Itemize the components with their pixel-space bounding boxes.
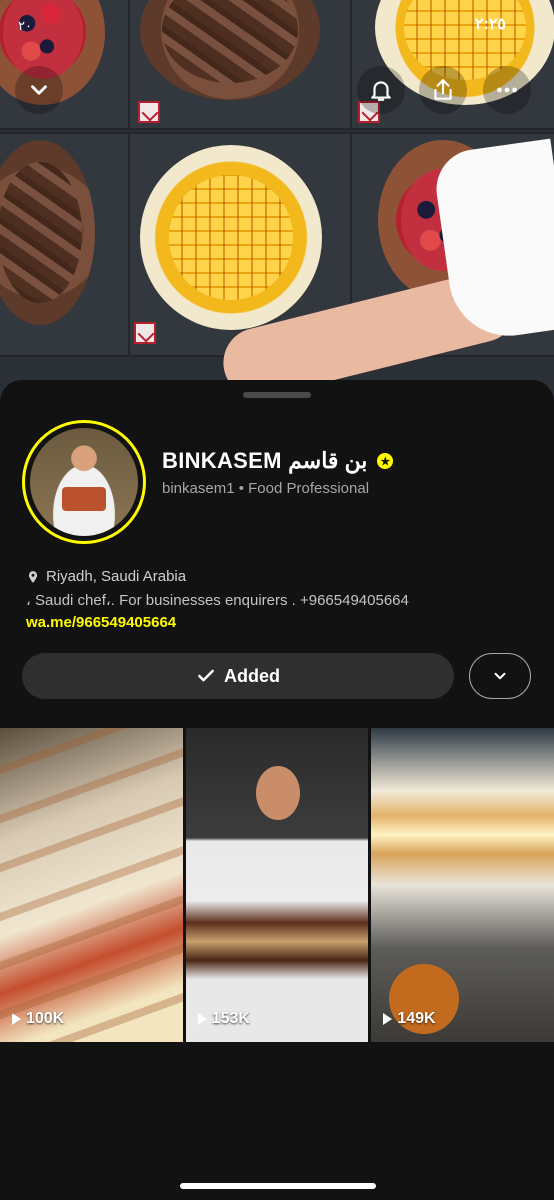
more-options-button[interactable] bbox=[483, 66, 531, 114]
verified-star-icon: ★ bbox=[377, 453, 394, 469]
story-views: 153K bbox=[197, 1010, 250, 1028]
added-button-label: Added bbox=[224, 665, 280, 686]
hero-image bbox=[0, 0, 554, 400]
chevron-down-icon bbox=[494, 672, 506, 680]
status-time: ٢:٢٥ bbox=[474, 16, 506, 33]
home-indicator bbox=[180, 1183, 376, 1189]
sheet-grabber[interactable] bbox=[243, 392, 311, 398]
profile-bio: ، Saudi chef،. For businesses enquirers … bbox=[26, 592, 409, 609]
story-thumbnail[interactable]: 149K bbox=[371, 728, 554, 1042]
collapse-button[interactable] bbox=[15, 66, 63, 114]
avatar bbox=[30, 428, 138, 536]
added-button[interactable]: Added bbox=[22, 653, 454, 699]
profile-username-category: binkasem1 • Food Professional bbox=[162, 480, 370, 497]
story-thumbnail[interactable]: 100K bbox=[0, 728, 183, 1042]
story-views-count: 100K bbox=[26, 1010, 65, 1027]
ellipsis-icon bbox=[497, 87, 517, 93]
play-icon bbox=[12, 1013, 21, 1025]
profile-location: Riyadh, Saudi Arabia bbox=[26, 568, 186, 585]
checkmark-icon bbox=[198, 669, 214, 682]
bell-icon bbox=[371, 81, 391, 101]
notifications-button[interactable] bbox=[357, 66, 405, 114]
chef-face-graphic bbox=[255, 766, 300, 820]
chevron-down-icon bbox=[31, 85, 47, 95]
stories-grid: 100K 153K 149K bbox=[0, 728, 554, 1042]
location-pin-icon bbox=[28, 570, 38, 583]
story-views-count: 149K bbox=[397, 1010, 436, 1027]
profile-display-name: BINKASEM بن قاسم bbox=[162, 448, 368, 473]
profile-link[interactable]: wa.me/966549405664 bbox=[26, 614, 176, 631]
story-views: 149K bbox=[383, 1010, 436, 1028]
avatar-story-ring[interactable] bbox=[22, 420, 146, 544]
profile-name-row: BINKASEM بن قاسم ★ bbox=[162, 448, 394, 474]
story-views: 100K bbox=[12, 1010, 64, 1028]
location-text: Riyadh, Saudi Arabia bbox=[46, 568, 187, 585]
share-icon bbox=[434, 79, 452, 100]
play-icon bbox=[197, 1013, 207, 1025]
brand-logo-icon bbox=[138, 101, 160, 123]
story-thumbnail[interactable]: 153K bbox=[185, 728, 369, 1042]
play-icon bbox=[383, 1013, 393, 1025]
story-views-count: 153K bbox=[211, 1010, 250, 1027]
share-button[interactable] bbox=[419, 66, 467, 114]
profile-sheet: BINKASEM بن قاسم ★ binkasem1 • Food Prof… bbox=[0, 380, 554, 1200]
expand-options-button[interactable] bbox=[469, 653, 531, 699]
brand-logo-icon bbox=[134, 322, 156, 344]
status-carrier: ٢٠ bbox=[18, 18, 32, 33]
